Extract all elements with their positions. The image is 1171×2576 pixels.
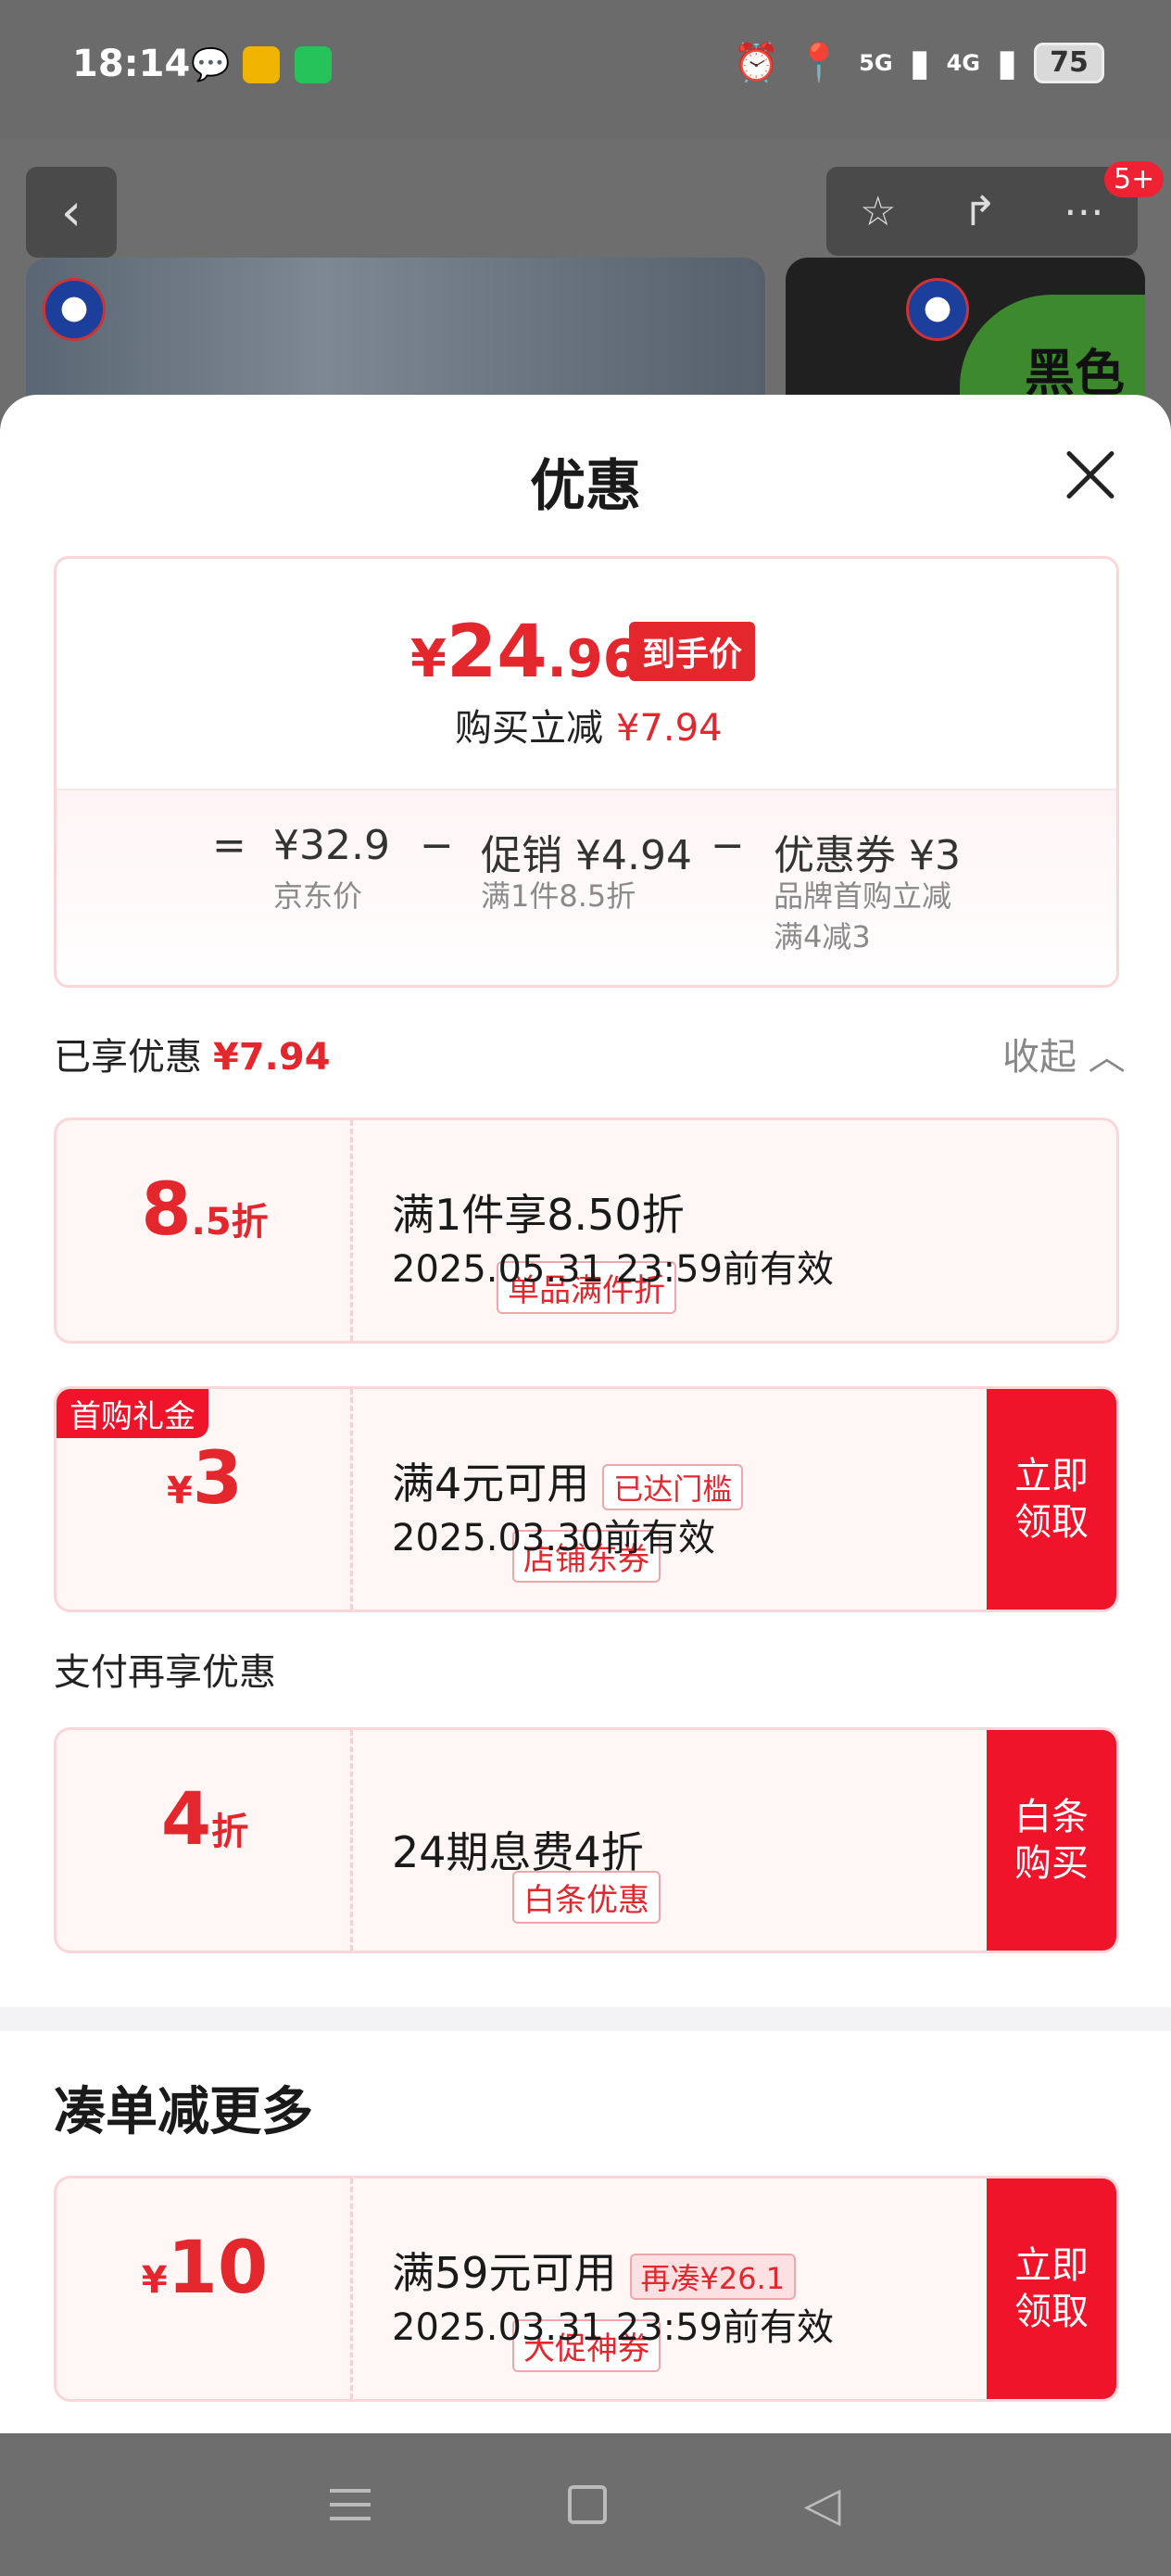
saving-line: 购买立减 ¥7.94 [455,698,723,751]
card-amount-value: 10 [167,2227,269,2310]
card-amount: 8.5折 [57,1168,353,1252]
signal-5g-icon: 5G [859,49,893,76]
card-amount-value: 4 [160,1778,212,1862]
signal-bars-icon: ▮ [909,41,930,84]
claim-button-label: 立即 领取 [1014,2244,1089,2333]
system-nav-bar: ◁ [0,2433,1171,2576]
alarm-icon: ⏰ [733,42,780,84]
minus-sign-2: − [711,822,745,869]
claim-button[interactable]: 立即 领取 [987,1389,1116,1610]
card-amount-value: 3 [192,1437,244,1521]
chevron-up-icon: ︿ [1088,1036,1126,1079]
card-amount-unit: .5折 [191,1201,269,1244]
baitiao-buy-label: 白条 购买 [1014,1796,1089,1885]
enjoyed-amount: ¥7.94 [213,1036,331,1079]
back-triangle-icon[interactable]: ◁ [804,2477,841,2532]
sheet-title: 优惠 [530,454,641,519]
card-condition: 满59元可用 再凑¥26.1 [392,2240,797,2301]
discount-sheet: 优惠 ¥24.96 到手价 购买立减 ¥7.94 = ¥32.9 京东价 − 促销… [0,395,1171,2433]
back-button[interactable]: ‹ [26,167,117,258]
saving-label: 购买立减 [455,707,603,750]
jd-price: ¥32.9 [273,822,390,869]
card-condition: 满4元可用 已达门槛 [392,1450,744,1511]
jd-price-label: 京东价 [273,878,363,914]
card-amount-prefix: ¥ [166,1470,193,1512]
price-summary: ¥24.96 到手价 购买立减 ¥7.94 = ¥32.9 京东价 − 促销 ¥4… [54,556,1119,988]
star-icon[interactable]: ☆ [860,188,896,235]
product-page-background: ‹ ☆ ↱ ⋯ 5+ 黑色 [0,139,1171,443]
pepsi-logo-icon [43,278,106,341]
promo-amount: 促销 ¥4.94 [481,822,692,881]
card-amount: 4折 [57,1778,353,1862]
card-condition: 24期息费4折 [392,1827,644,1877]
signal-4g-icon: 4G [946,49,980,76]
first-purchase-ribbon: 首购礼金 [57,1389,208,1438]
minus-sign: − [420,822,454,869]
card-condition-text: 满4元可用 [392,1458,590,1509]
pepsi-logo-icon-2 [906,278,969,341]
weibo-icon [243,46,280,83]
discount-card-item: 8.5折 单品满件折 满1件享8.50折 2025.05.31 23:59前有效 [54,1118,1119,1344]
section-divider [0,2007,1171,2031]
final-price-decimal: .96 [547,629,639,689]
promo-coupon-card: ¥10 大促神券 满59元可用 再凑¥26.1 2025.03.31 23:59前… [54,2176,1119,2402]
coupon-desc-1: 品牌首购立减 [774,878,952,914]
notification-badge: 5+ [1104,161,1165,197]
final-price-integer: 24 [446,611,548,694]
add-more-badge: 再凑¥26.1 [629,2253,797,2300]
collapse-button[interactable]: 收起 ︿ [1002,1027,1126,1080]
card-amount: ¥3 [57,1437,353,1521]
top-actions: ☆ ↱ ⋯ [826,167,1138,256]
promo-label: 促销 [481,832,562,879]
coupon-card-store: 首购礼金 ¥3 店铺东券 满4元可用 已达门槛 2025.03.30前有效 立即 … [54,1386,1119,1612]
enjoyed-discount-heading: 已享优惠 ¥7.94 [54,1027,331,1080]
card-condition-text: 满59元可用 [392,2248,617,2298]
card-amount-prefix: ¥ [141,2259,168,2302]
card-validity: 2025.03.31 23:59前有效 [392,2306,835,2349]
card-amount: ¥10 [57,2227,353,2310]
status-time: 18:14 [72,43,191,85]
card-amount-value: 8 [141,1168,192,1252]
status-indicators: ⏰ 📍 5G ▮ 4G ▮ 75 [734,41,1104,84]
baitiao-card: 4折 白条优惠 24期息费4折 白条 购买 [54,1727,1119,1953]
card-validity: 2025.05.31 23:59前有效 [392,1248,835,1291]
coupon-value: ¥3 [909,832,961,879]
collapse-label: 收起 [1002,1036,1077,1079]
card-validity: 2025.03.30前有效 [392,1517,716,1559]
card-amount-unit: 折 [211,1811,249,1853]
message-icon [295,46,332,83]
claim-button[interactable]: 立即 领取 [987,2178,1116,2399]
threshold-met-badge: 已达门槛 [602,1463,744,1510]
pay-section-heading: 支付再享优惠 [54,1651,276,1694]
more-deals-title: 凑单减更多 [54,2082,313,2142]
claim-button-label: 立即 领取 [1014,1455,1089,1544]
final-price: ¥24.96 [410,611,639,694]
wechat-icon: 💬 [191,46,231,83]
chevron-left-icon: ‹ [60,182,82,243]
share-icon[interactable]: ↱ [963,188,997,235]
close-icon[interactable] [1064,448,1115,500]
promo-value: ¥4.94 [575,832,692,879]
coupon-desc-2: 满4减3 [774,919,871,954]
saving-amount: ¥7.94 [616,707,723,750]
coupon-amount: 优惠券 ¥3 [774,822,961,881]
signal-bars-icon-2: ▮ [996,41,1017,84]
enjoyed-label: 已享优惠 [54,1036,202,1079]
final-price-tag: 到手价 [629,622,756,681]
coupon-label: 优惠券 [774,832,896,879]
battery-icon: 75 [1034,42,1104,83]
more-icon[interactable]: ⋯ [1064,188,1104,235]
home-icon[interactable] [567,2485,607,2524]
baitiao-buy-button[interactable]: 白条 购买 [987,1730,1116,1951]
menu-icon[interactable] [330,2489,371,2520]
card-condition: 满1件享8.50折 [392,1190,685,1240]
final-price-currency: ¥ [410,629,447,689]
location-icon: 📍 [796,42,843,84]
status-bar: 18:14 💬 ⏰ 📍 5G ▮ 4G ▮ 75 [0,0,1171,139]
promo-desc: 满1件8.5折 [481,878,636,914]
equals-sign: = [212,822,246,869]
